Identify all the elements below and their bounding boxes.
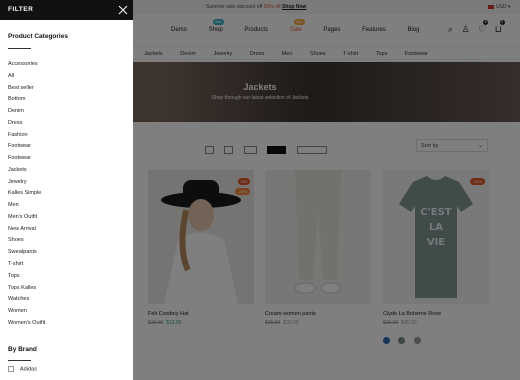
brand-heading: By Brand (8, 346, 37, 353)
checkbox[interactable] (8, 366, 14, 372)
brand-checkbox-adidas[interactable]: Adidas (8, 366, 37, 372)
close-icon[interactable] (117, 3, 129, 15)
category-item[interactable]: Bottom (8, 94, 126, 106)
category-item[interactable]: Women (8, 306, 126, 318)
category-list: Accessories All Best seller Bottom Denim… (8, 59, 126, 330)
category-item[interactable]: Footwear (8, 141, 126, 153)
category-item[interactable]: Accessories (8, 59, 126, 71)
category-item[interactable]: All (8, 71, 126, 83)
filter-drawer: FILTER Product Categories Accessories Al… (0, 0, 133, 380)
filter-title: FILTER (8, 6, 34, 13)
category-item[interactable]: Tops Kalles (8, 283, 126, 295)
heading-divider (8, 360, 31, 361)
category-item[interactable]: Footwear (8, 153, 126, 165)
category-item[interactable]: Watches (8, 294, 126, 306)
category-item[interactable]: Denim (8, 106, 126, 118)
category-item[interactable]: Men (8, 200, 126, 212)
filter-header: FILTER (0, 0, 133, 20)
category-item[interactable]: Women's Outfit (8, 318, 126, 330)
category-item[interactable]: Dress (8, 118, 126, 130)
categories-heading: Product Categories (8, 33, 68, 40)
category-item[interactable]: Jewelry (8, 177, 126, 189)
category-item[interactable]: Men's Outfit (8, 212, 126, 224)
category-item[interactable]: Jackets (8, 165, 126, 177)
category-item[interactable]: Best seller (8, 83, 126, 95)
category-item[interactable]: T-shirt (8, 259, 126, 271)
heading-divider (8, 48, 31, 49)
category-item[interactable]: Tops (8, 271, 126, 283)
category-item[interactable]: New Arrival (8, 224, 126, 236)
category-item[interactable]: Kalles Simple (8, 188, 126, 200)
category-item[interactable]: Fashion (8, 130, 126, 142)
category-item[interactable]: Shoes (8, 235, 126, 247)
brand-label: Adidas (20, 366, 37, 373)
category-item[interactable]: Sweatpants (8, 247, 126, 259)
